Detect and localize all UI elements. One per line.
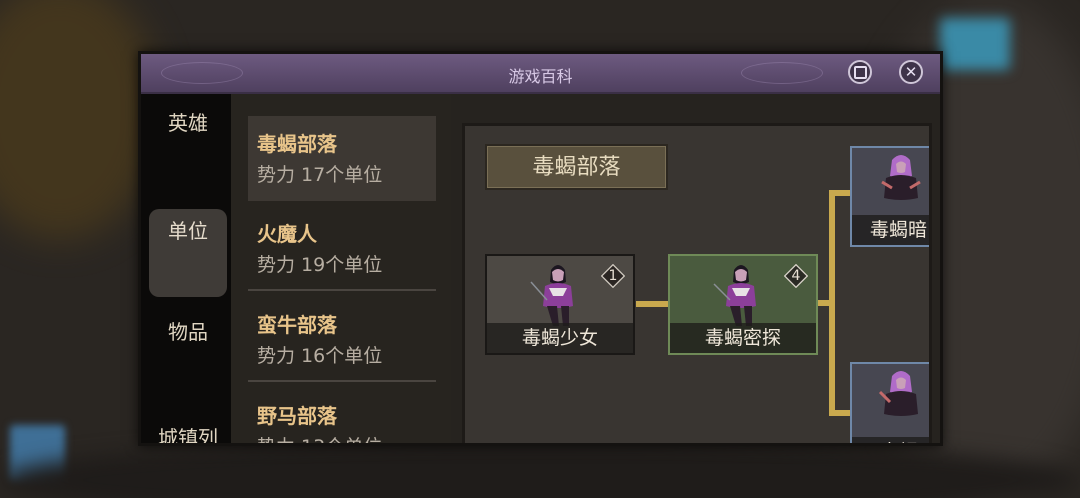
faction-item-fire-demon[interactable]: 火魔人 势力 19个单位 <box>248 206 436 291</box>
close-icon: ✕ <box>904 63 918 81</box>
tier-badge: 1 <box>600 263 626 289</box>
unit-name: 毒蝎密探 <box>670 323 816 353</box>
close-button[interactable]: ✕ <box>899 60 923 84</box>
encyclopedia-window: 游戏百科 ✕ 英雄 单位 物品 城镇列 毒蝎部落 势力 17个单位 火魔人 势力… <box>138 51 943 446</box>
unit-card-scorpion-girl[interactable]: 1 毒蝎少女 <box>485 254 635 355</box>
category-sidebar: 英雄 单位 物品 城镇列 <box>141 94 231 443</box>
unit-card-scorpion-spy[interactable]: 4 毒蝎密探 <box>668 254 818 355</box>
list-divider <box>248 289 436 291</box>
faction-item-wild-horse[interactable]: 野马部落 势力 13个单位 <box>248 388 436 443</box>
unit-card-scorpion-shadow[interactable]: 毒蝎暗 <box>850 146 929 247</box>
maximize-icon <box>853 66 867 79</box>
faction-unit-count: 势力 17个单位 <box>257 164 383 186</box>
category-item[interactable]: 物品 <box>149 316 227 345</box>
list-divider <box>248 380 436 382</box>
tree-connector <box>829 190 835 416</box>
title-bar[interactable]: 游戏百科 ✕ <box>141 54 940 94</box>
faction-title-banner: 毒蝎部落 <box>485 144 668 190</box>
faction-name: 蛮牛部落 <box>257 313 337 337</box>
unit-name: 毒蝎少女 <box>487 323 633 353</box>
category-unit[interactable]: 单位 <box>149 209 227 297</box>
faction-unit-count: 势力 13个单位 <box>257 432 382 443</box>
unit-tree-panel: 毒蝎部落 1 毒蝎少女 4 毒蝎密探 毒蝎暗 <box>462 123 932 443</box>
unit-portrait <box>713 265 756 326</box>
faction-item-scorpion[interactable]: 毒蝎部落 势力 17个单位 <box>248 116 436 201</box>
window-title: 游戏百科 <box>508 67 573 86</box>
unit-portrait <box>530 265 573 326</box>
unit-card-scorpion-branch[interactable]: 毒蝎 <box>850 362 929 443</box>
faction-unit-count: 势力 16个单位 <box>257 345 383 367</box>
unit-portrait <box>878 371 918 416</box>
faction-name: 野马部落 <box>257 404 337 428</box>
faction-unit-count: 势力 19个单位 <box>257 254 383 276</box>
maximize-button[interactable] <box>848 60 872 84</box>
unit-portrait <box>881 155 921 200</box>
faction-name: 毒蝎部落 <box>257 132 337 156</box>
category-town[interactable]: 城镇列 <box>149 422 227 443</box>
unit-name: 毒蝎暗 <box>852 215 929 245</box>
faction-item-bull[interactable]: 蛮牛部落 势力 16个单位 <box>248 297 436 382</box>
tree-connector <box>636 301 668 307</box>
tier-badge: 4 <box>783 263 809 289</box>
faction-list: 毒蝎部落 势力 17个单位 火魔人 势力 19个单位 蛮牛部落 势力 16个单位… <box>231 94 451 443</box>
category-hero[interactable]: 英雄 <box>149 107 227 136</box>
unit-name: 毒蝎 <box>852 437 929 443</box>
faction-name: 火魔人 <box>257 222 317 246</box>
